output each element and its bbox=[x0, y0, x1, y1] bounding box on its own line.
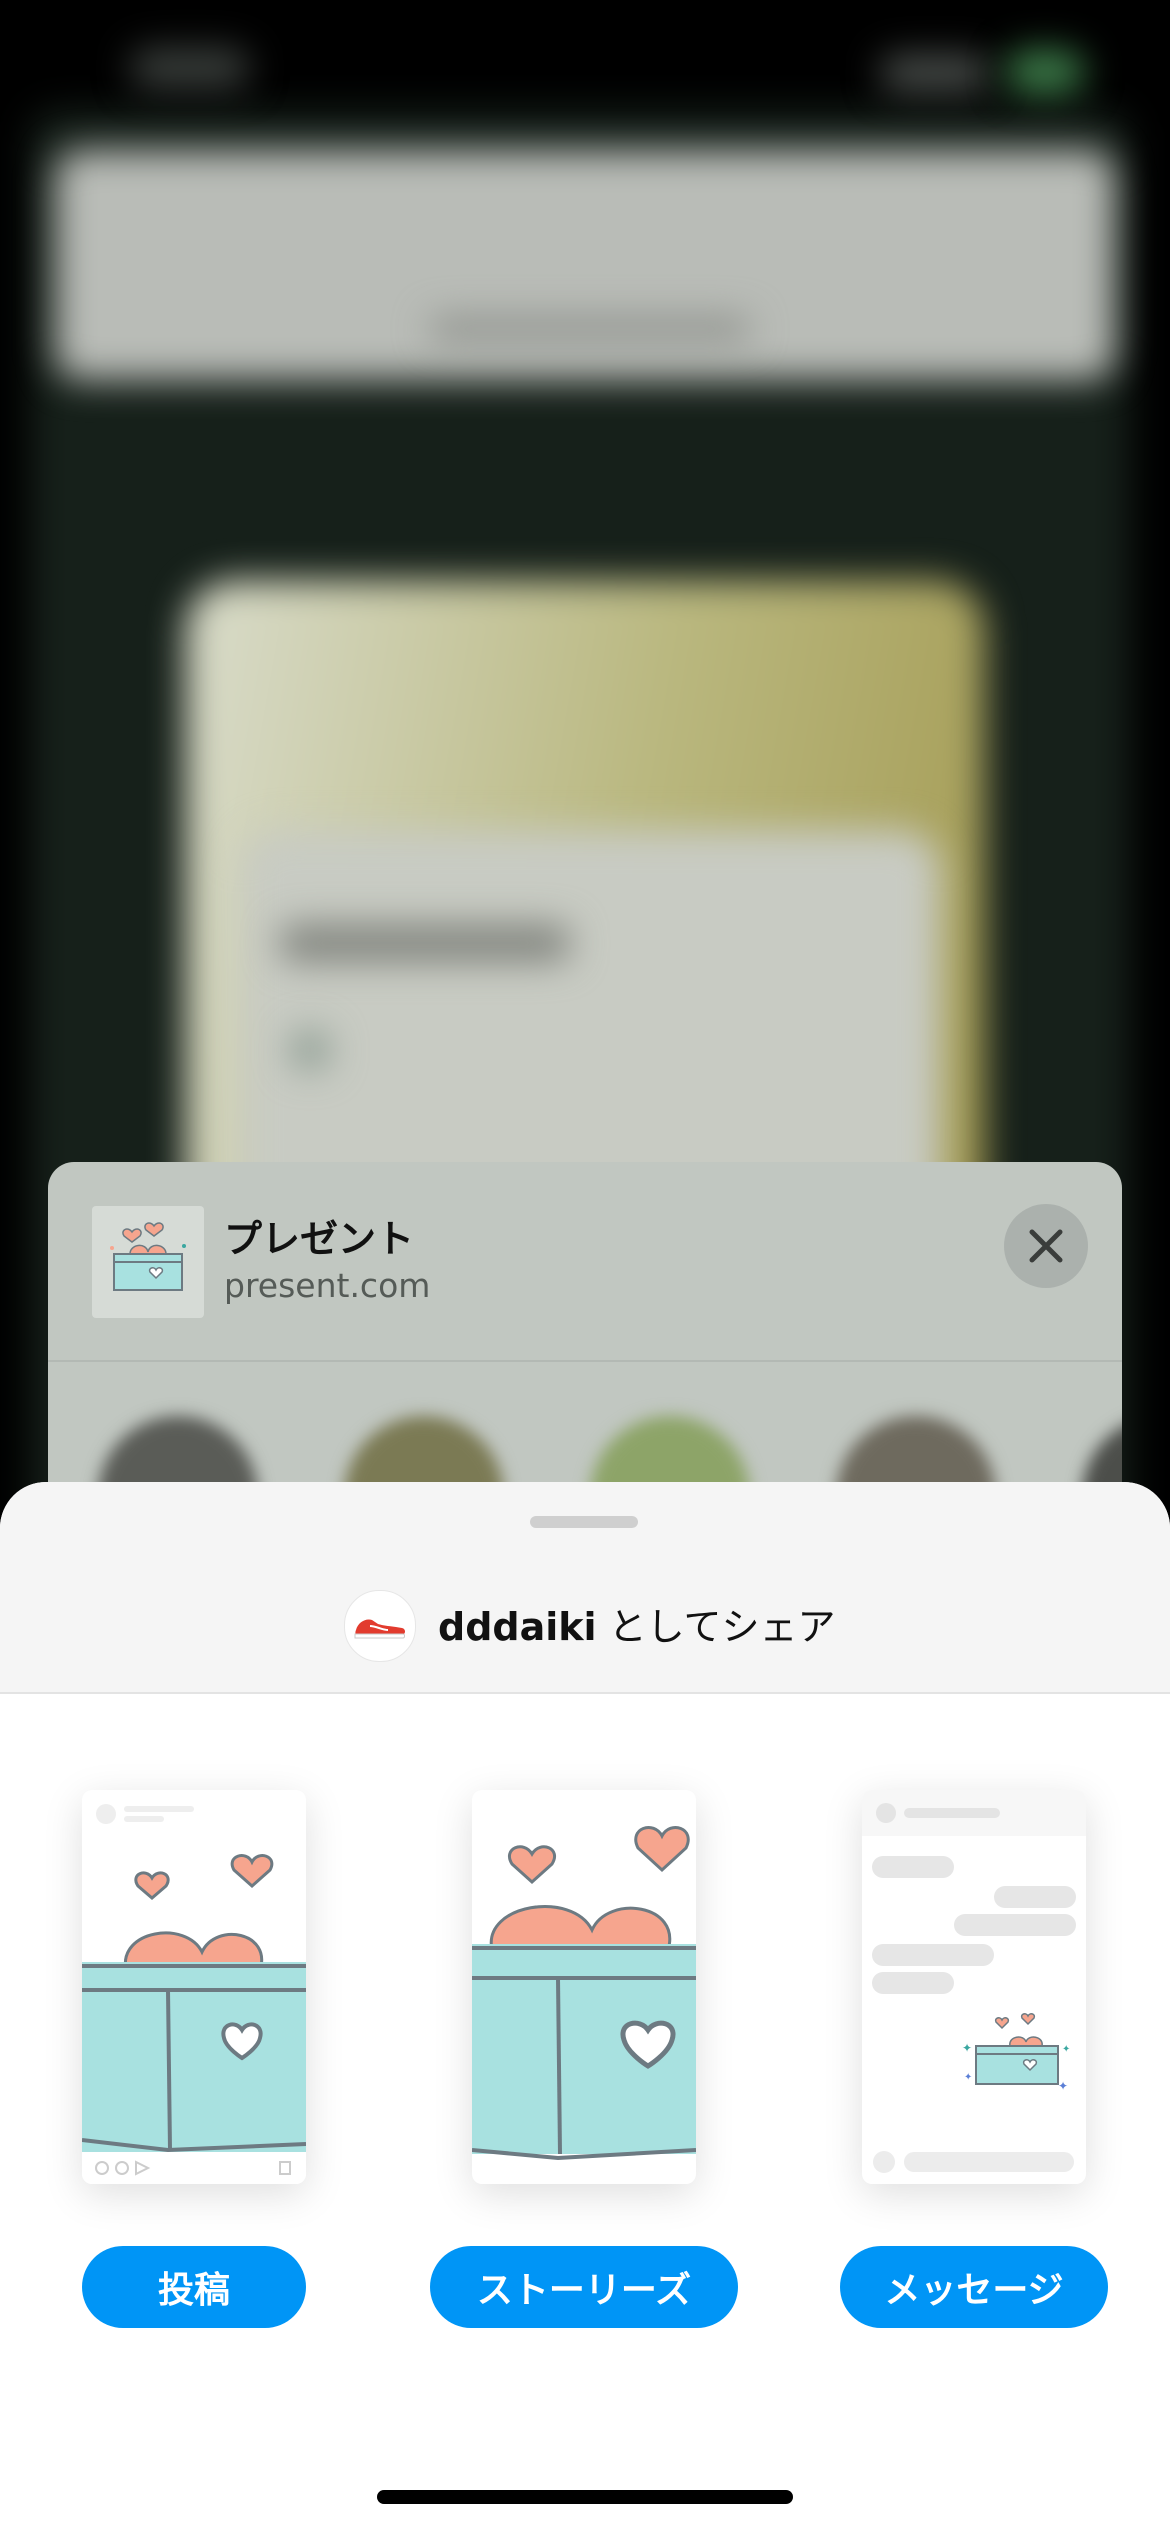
svg-text:✦: ✦ bbox=[962, 2041, 972, 2055]
account-name: dddaiki bbox=[438, 1605, 597, 1649]
gift-box-icon bbox=[110, 1222, 186, 1291]
share-as-suffix: としてシェア bbox=[608, 1605, 836, 1649]
close-icon bbox=[1029, 1229, 1063, 1263]
link-url: present.com bbox=[224, 1266, 431, 1305]
share-message-button[interactable]: メッセージ bbox=[840, 2246, 1108, 2328]
svg-text:✦: ✦ bbox=[1062, 2044, 1070, 2055]
share-as-label: dddaiki としてシェア bbox=[438, 1596, 836, 1651]
background-card-text bbox=[280, 925, 570, 961]
share-sheet: dddaiki としてシェア ✦ ✦ ✦ ✦ 投稿 ストーリーズ メッセージ bbox=[0, 1482, 1170, 2532]
link-title: プレゼント bbox=[224, 1217, 415, 1261]
feed-post-preview[interactable] bbox=[82, 1790, 306, 2184]
avatar bbox=[344, 1590, 416, 1662]
close-button[interactable] bbox=[1004, 1204, 1088, 1288]
background-card-dot bbox=[290, 1030, 330, 1070]
sheet-grabber[interactable] bbox=[530, 1516, 638, 1528]
status-battery bbox=[1005, 50, 1085, 94]
svg-text:✦: ✦ bbox=[1058, 2079, 1068, 2093]
share-stories-button[interactable]: ストーリーズ bbox=[430, 2246, 738, 2328]
home-indicator[interactable] bbox=[377, 2490, 793, 2504]
status-time bbox=[130, 48, 250, 88]
background-search-text bbox=[430, 318, 750, 340]
share-post-button[interactable]: 投稿 bbox=[82, 2246, 306, 2328]
share-sheet-header: dddaiki としてシェア bbox=[0, 1482, 1170, 1694]
story-preview-icon bbox=[472, 1826, 696, 2161]
story-preview[interactable] bbox=[472, 1790, 696, 2184]
divider bbox=[48, 1360, 1122, 1362]
sneaker-icon bbox=[354, 1619, 405, 1639]
status-signal bbox=[880, 55, 990, 91]
svg-text:✦: ✦ bbox=[964, 2072, 972, 2083]
feed-post-preview-icon bbox=[82, 1804, 306, 2184]
message-preview-icon: ✦ ✦ ✦ ✦ bbox=[862, 1790, 1086, 2173]
message-preview[interactable]: ✦ ✦ ✦ ✦ bbox=[862, 1790, 1086, 2184]
background-search-area bbox=[55, 150, 1115, 380]
link-thumbnail bbox=[92, 1206, 204, 1318]
